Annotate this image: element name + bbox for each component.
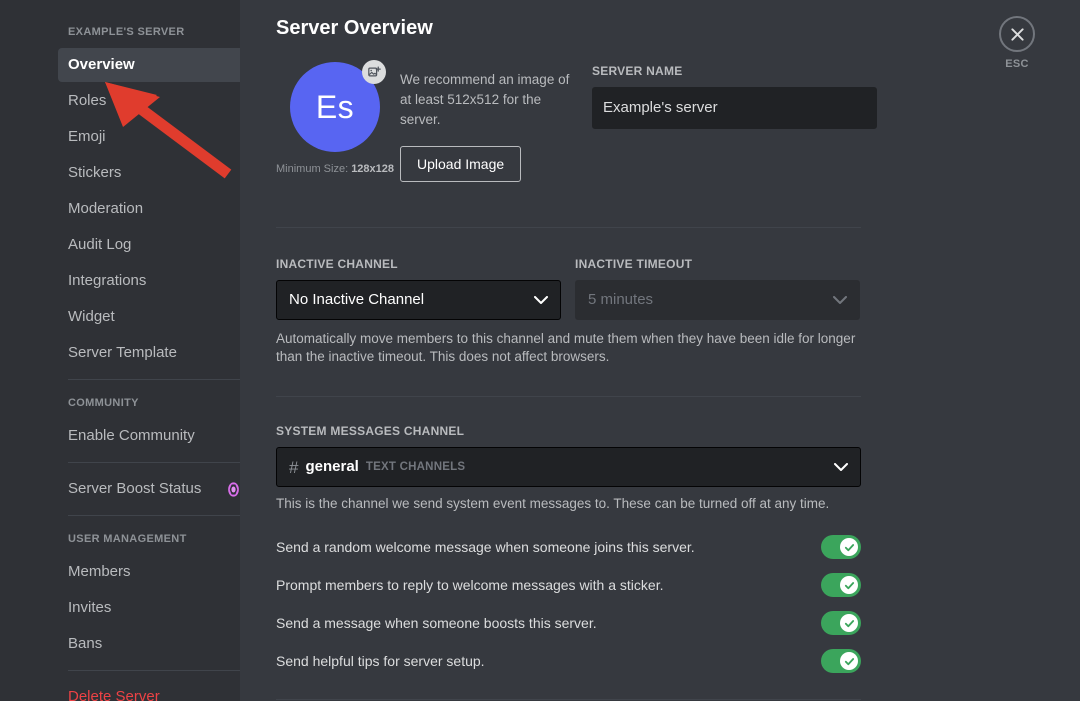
server-identity-section: Es Minimum Size: 128x128 [276, 62, 1080, 182]
sidebar-item-label: Widget [68, 307, 115, 327]
avatar-recommend-text: We recommend an image of at least 512x51… [400, 70, 570, 130]
system-messages-label: SYSTEM MESSAGES CHANNEL [276, 423, 1080, 439]
toggle-row-boost-message: Send a message when someone boosts this … [276, 609, 861, 637]
sidebar-item-label: Enable Community [68, 426, 195, 446]
content-divider-3 [276, 699, 861, 700]
toggle-row-welcome-message: Send a random welcome message when someo… [276, 533, 861, 561]
sidebar-community-header: COMMUNITY [58, 389, 250, 417]
toggle-row-setup-tips: Send helpful tips for server setup. [276, 647, 861, 675]
upload-image-button[interactable]: Upload Image [400, 146, 521, 182]
discord-server-settings: EXAMPLE'S SERVER Overview Roles Emoji St… [0, 0, 1080, 701]
inactive-timeout-value: 5 minutes [588, 290, 653, 310]
sidebar-item-audit-log[interactable]: Audit Log [58, 228, 250, 262]
sidebar-item-label: Server Template [68, 343, 177, 363]
sidebar-item-server-boost-status[interactable]: Server Boost Status [58, 472, 250, 506]
chevron-down-icon [833, 296, 847, 305]
sidebar-item-label: Members [68, 562, 131, 582]
toggle-row-sticker-reply: Prompt members to reply to welcome messa… [276, 571, 861, 599]
sidebar-item-emoji[interactable]: Emoji [58, 120, 250, 154]
sidebar-divider-2 [68, 462, 240, 463]
sidebar-item-label: Bans [68, 634, 102, 654]
sidebar-item-bans[interactable]: Bans [58, 627, 250, 661]
toggle-knob [840, 538, 858, 556]
sidebar-item-integrations[interactable]: Integrations [58, 264, 250, 298]
sidebar-item-invites[interactable]: Invites [58, 591, 250, 625]
sidebar-server-header: EXAMPLE'S SERVER [58, 18, 250, 46]
toggle-label: Send helpful tips for server setup. [276, 652, 821, 670]
toggle-setup-tips[interactable] [821, 649, 861, 673]
system-messages-channel-category: TEXT CHANNELS [366, 457, 465, 477]
settings-content: Server Overview Es [240, 0, 1080, 701]
toggle-sticker-reply[interactable] [821, 573, 861, 597]
server-name-label: SERVER NAME [592, 63, 877, 79]
min-size-value: 128x128 [351, 163, 394, 175]
inactive-timeout-group: INACTIVE TIMEOUT 5 minutes [575, 256, 860, 320]
sidebar-user-management-header: USER MANAGEMENT [58, 525, 250, 553]
inactive-help-text: Automatically move members to this chann… [276, 330, 861, 366]
toggle-knob [840, 652, 858, 670]
sidebar-item-label: Overview [68, 55, 135, 75]
sidebar-item-label: Audit Log [68, 235, 131, 255]
server-avatar-column: Es Minimum Size: 128x128 [276, 62, 394, 176]
sidebar-item-label: Stickers [68, 163, 121, 183]
sidebar-item-enable-community[interactable]: Enable Community [58, 419, 250, 453]
sidebar-item-label: Delete Server [68, 687, 160, 701]
sidebar-divider-3 [68, 515, 240, 516]
inactive-channel-value: No Inactive Channel [289, 290, 424, 310]
inactive-channel-group: INACTIVE CHANNEL No Inactive Channel [276, 256, 561, 320]
inactive-channel-select[interactable]: No Inactive Channel [276, 280, 561, 320]
sidebar-item-label: Integrations [68, 271, 146, 291]
avatar-info-column: We recommend an image of at least 512x51… [400, 62, 570, 182]
system-messages-toggles: Send a random welcome message when someo… [276, 533, 1080, 675]
sidebar-item-delete-server[interactable]: Delete Server [58, 680, 250, 701]
add-image-icon[interactable] [362, 60, 386, 84]
sidebar-item-stickers[interactable]: Stickers [58, 156, 250, 190]
close-settings-button[interactable]: ESC [990, 16, 1044, 70]
server-name-column: SERVER NAME [592, 62, 877, 129]
content-divider-2 [276, 396, 861, 397]
inactive-timeout-select[interactable]: 5 minutes [575, 280, 860, 320]
toggle-knob [840, 576, 858, 594]
toggle-boost-message[interactable] [821, 611, 861, 635]
settings-sidebar: EXAMPLE'S SERVER Overview Roles Emoji St… [0, 0, 240, 701]
sidebar-item-label: Roles [68, 91, 106, 111]
toggle-label: Send a message when someone boosts this … [276, 614, 821, 632]
system-messages-channel-name: general [305, 457, 358, 477]
sidebar-item-moderation[interactable]: Moderation [58, 192, 250, 226]
sidebar-item-roles[interactable]: Roles [58, 84, 250, 118]
sidebar-item-label: Invites [68, 598, 111, 618]
close-settings-label: ESC [1005, 58, 1029, 70]
inactive-channel-label: INACTIVE CHANNEL [276, 256, 561, 272]
inactive-timeout-label: INACTIVE TIMEOUT [575, 256, 860, 272]
inactive-settings-section: INACTIVE CHANNEL No Inactive Channel INA… [276, 256, 1080, 320]
close-x-icon [999, 16, 1035, 52]
hash-icon: # [289, 459, 298, 476]
system-messages-channel-select[interactable]: # general TEXT CHANNELS [276, 447, 861, 487]
toggle-welcome-message[interactable] [821, 535, 861, 559]
sidebar-divider-4 [68, 670, 240, 671]
toggle-label: Prompt members to reply to welcome messa… [276, 576, 821, 594]
avatar-min-size-note: Minimum Size: 128x128 [276, 162, 394, 176]
sidebar-item-label: Moderation [68, 199, 143, 219]
content-divider-1 [276, 227, 861, 228]
toggle-label: Send a random welcome message when someo… [276, 538, 821, 556]
sidebar-item-widget[interactable]: Widget [58, 300, 250, 334]
chevron-down-icon [834, 463, 848, 472]
server-name-input[interactable] [592, 87, 877, 129]
sidebar-item-label: Server Boost Status [68, 479, 201, 499]
sidebar-item-label: Emoji [68, 127, 106, 147]
toggle-knob [840, 614, 858, 632]
page-title: Server Overview [276, 16, 1080, 40]
chevron-down-icon [534, 296, 548, 305]
sidebar-item-server-template[interactable]: Server Template [58, 336, 250, 370]
boost-gem-icon [227, 482, 240, 497]
sidebar-item-members[interactable]: Members [58, 555, 250, 589]
sidebar-item-overview[interactable]: Overview [58, 48, 250, 82]
system-messages-help-text: This is the channel we send system event… [276, 495, 861, 513]
sidebar-divider-1 [68, 379, 240, 380]
min-size-prefix: Minimum Size: [276, 163, 351, 175]
